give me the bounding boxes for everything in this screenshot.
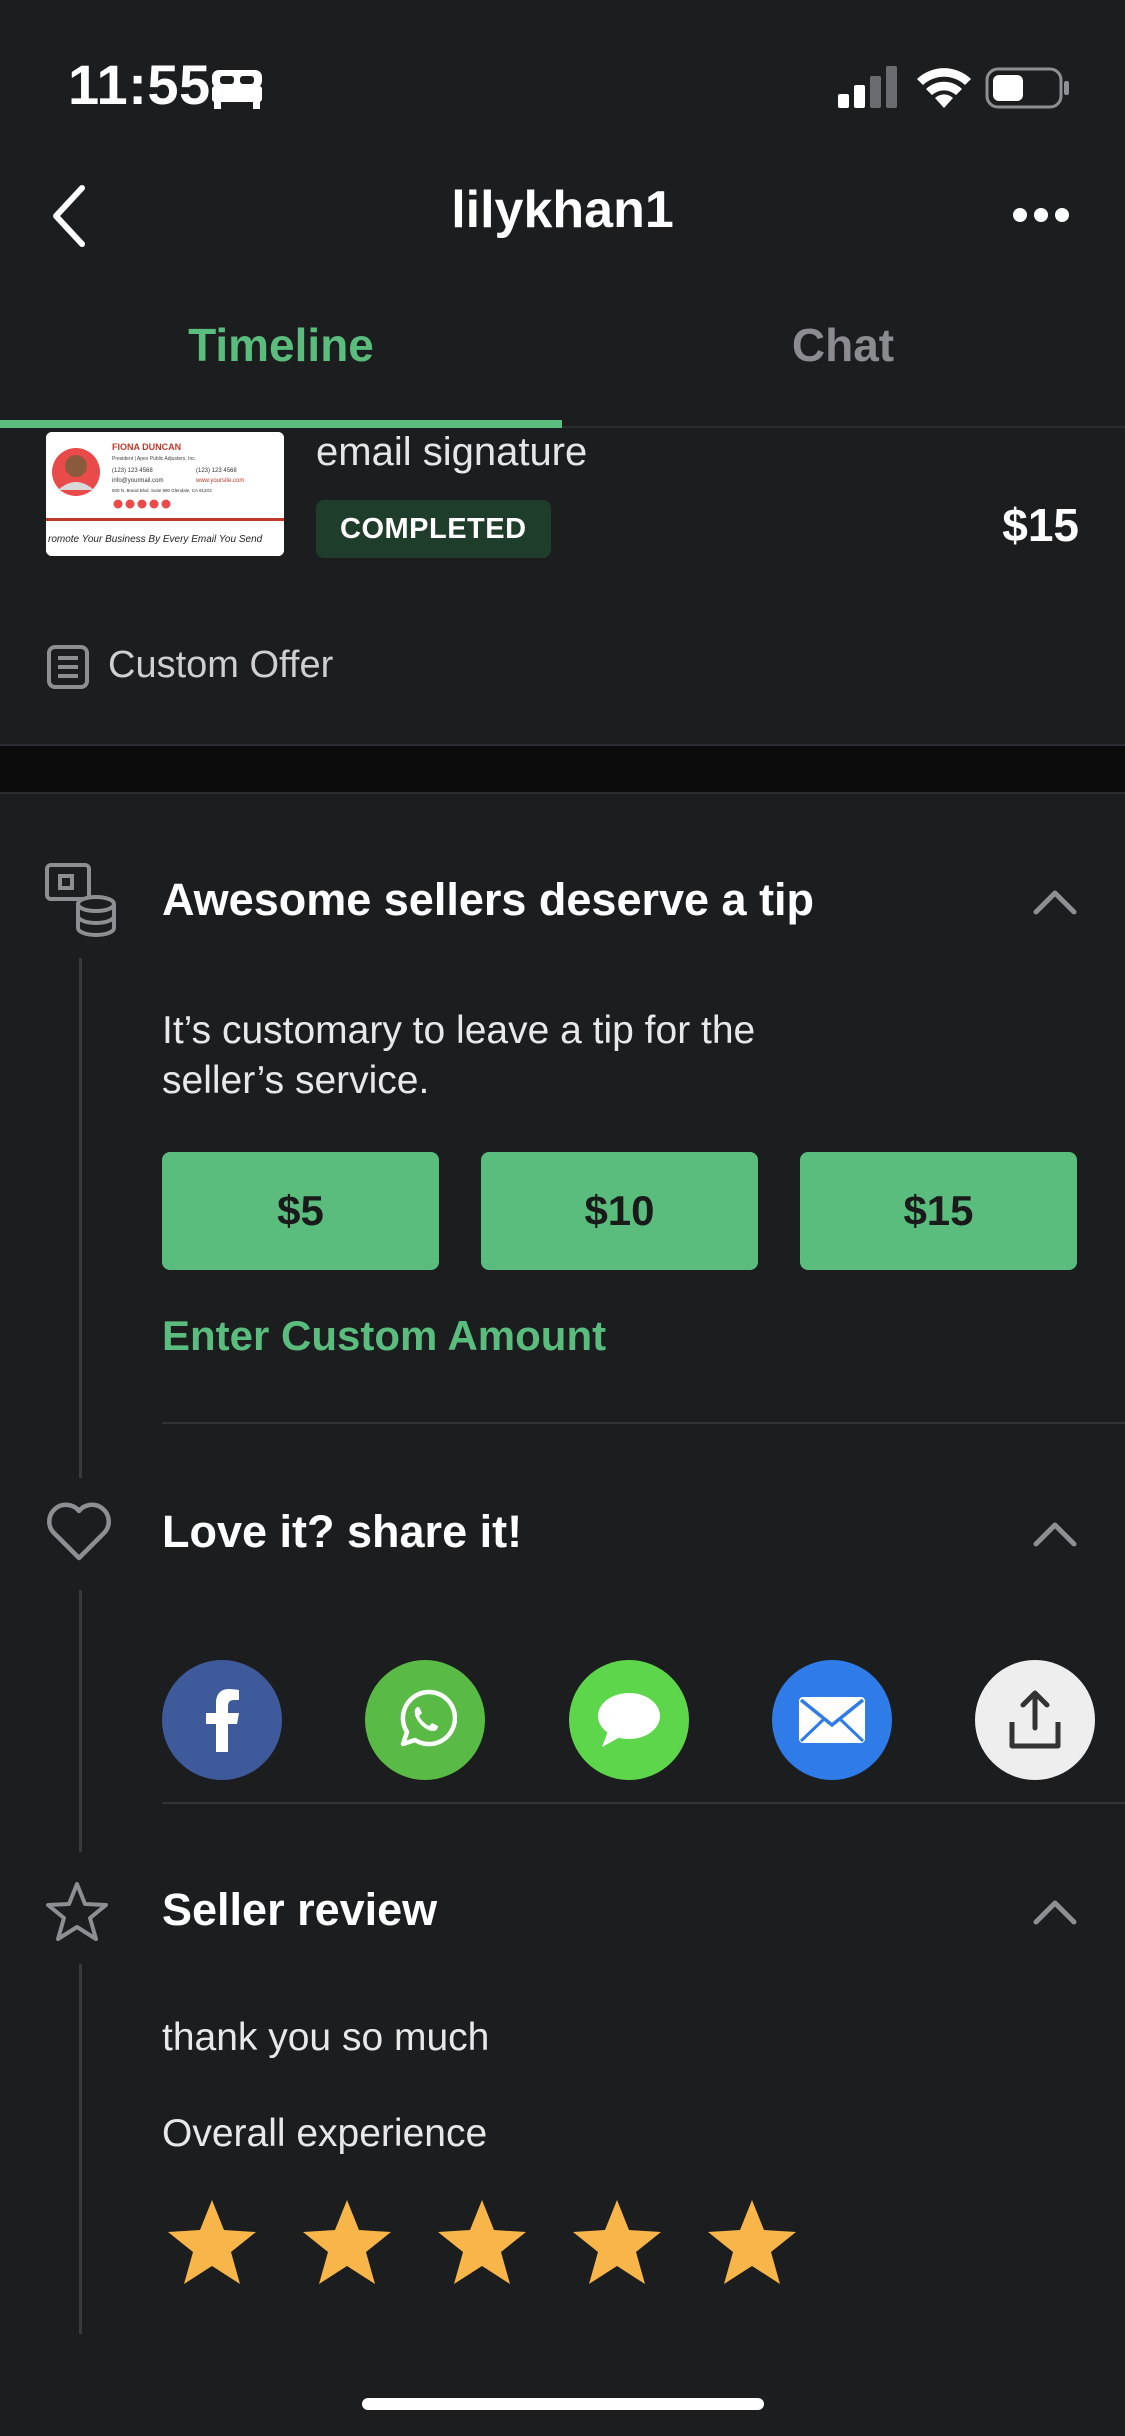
active-tab-indicator	[0, 420, 562, 428]
wifi-icon	[917, 68, 971, 108]
thumb-email: info@yourmail.com	[112, 478, 163, 484]
thumb-web: www.yoursite.com	[195, 478, 244, 484]
chevron-up-icon[interactable]	[1032, 1898, 1078, 1926]
order-thumbnail[interactable]: FIONA DUNCAN President | Apex Public Adj…	[46, 432, 284, 556]
review-text: thank you so much	[162, 2016, 490, 2059]
battery-icon	[985, 67, 1069, 109]
share-mail-button[interactable]	[772, 1660, 892, 1780]
share-upload-icon	[1009, 1690, 1061, 1749]
sleep-mode-icon	[212, 70, 262, 109]
order-title: email signature	[316, 430, 588, 474]
rating-star-icon	[438, 2200, 526, 2284]
thumb-name: FIONA DUNCAN	[112, 442, 181, 452]
home-indicator	[362, 2398, 764, 2410]
thumb-address: 500 N. Brand Blvd. Suite 990 Glendale, C…	[112, 488, 212, 493]
section-separator	[162, 1802, 1125, 1804]
chevron-up-icon[interactable]	[1032, 888, 1078, 916]
receipt-icon	[47, 645, 89, 689]
share-messages-button[interactable]	[569, 1660, 689, 1780]
tip-button-5[interactable]: $5	[162, 1152, 439, 1270]
facebook-icon	[206, 1689, 239, 1752]
messages-icon	[598, 1693, 660, 1747]
thumb-banner: romote Your Business By Every Email You …	[48, 534, 263, 545]
rating-star-icon	[303, 2200, 391, 2284]
share-whatsapp-button[interactable]	[365, 1660, 485, 1780]
whatsapp-icon	[400, 1689, 457, 1747]
thumb-phone2: (123) 123 4568	[196, 468, 237, 474]
tip-section-title: Awesome sellers deserve a tip	[162, 874, 815, 925]
share-section-title: Love it? share it!	[162, 1506, 523, 1557]
tip-coins-icon	[45, 863, 116, 937]
heart-icon	[47, 1502, 111, 1561]
tip-button-15[interactable]: $15	[800, 1152, 1077, 1270]
order-price: $15	[1002, 499, 1079, 551]
custom-offer-label: Custom Offer	[108, 644, 334, 686]
star-outline-icon	[46, 1882, 108, 1941]
tab-timeline[interactable]: Timeline	[0, 318, 562, 372]
nav-title: lilykhan1	[451, 181, 674, 239]
timeline-line	[79, 1590, 82, 1852]
tip-button-10[interactable]: $10	[481, 1152, 758, 1270]
tip-description: It’s customary to leave a tip for the se…	[162, 1009, 756, 1102]
thumb-role: President | Apex Public Adjusters, Inc.	[112, 456, 196, 462]
review-section-title: Seller review	[162, 1884, 438, 1935]
status-time: 11:55	[68, 53, 211, 116]
email-signature-preview: FIONA DUNCAN President | Apex Public Adj…	[46, 432, 284, 556]
rating-star-icon	[708, 2200, 796, 2284]
status-badge: COMPLETED	[316, 500, 551, 558]
chevron-up-icon[interactable]	[1032, 1520, 1078, 1548]
cellular-signal-icon	[838, 66, 897, 108]
section-separator	[162, 1422, 1125, 1424]
enter-custom-amount-link[interactable]: Enter Custom Amount	[162, 1312, 606, 1360]
tab-chat[interactable]: Chat	[562, 318, 1124, 372]
section-divider	[0, 744, 1125, 794]
more-options-icon[interactable]	[1012, 198, 1070, 232]
timeline-line	[79, 958, 82, 1478]
rating-star-icon	[168, 2200, 256, 2284]
share-facebook-button[interactable]	[162, 1660, 282, 1780]
timeline-line	[79, 1964, 82, 2334]
share-more-button[interactable]	[975, 1660, 1095, 1780]
overall-experience-label: Overall experience	[162, 2112, 488, 2155]
thumb-phone1: (123) 123 4568	[112, 468, 153, 474]
mail-icon	[799, 1697, 865, 1743]
rating-star-icon	[573, 2200, 661, 2284]
